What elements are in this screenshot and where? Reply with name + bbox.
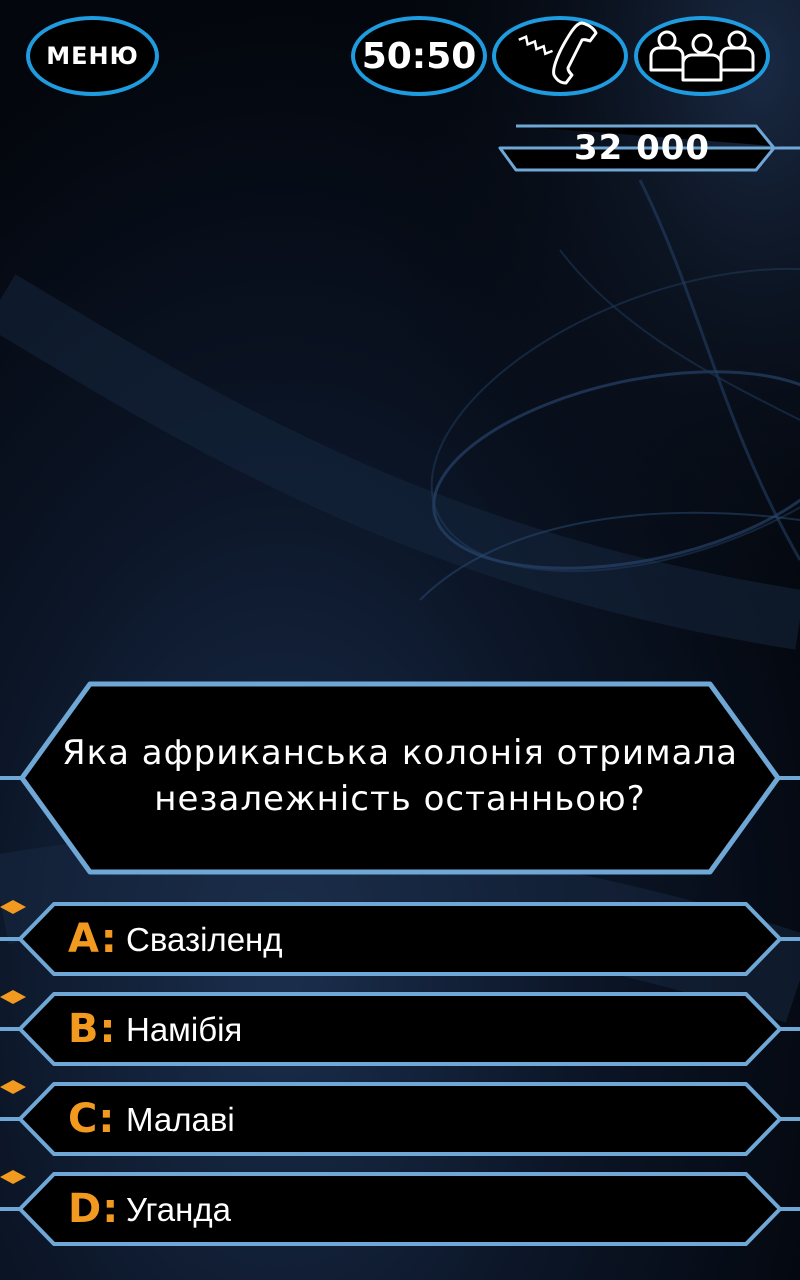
answer-letter: C: bbox=[68, 1096, 116, 1142]
answer-text: Малаві bbox=[126, 1101, 235, 1138]
answer-frame bbox=[0, 1172, 800, 1246]
answer-letter: A: bbox=[68, 916, 118, 962]
diamond-icon bbox=[0, 1170, 26, 1184]
answer-c-button[interactable]: C: Малаві bbox=[0, 1080, 800, 1158]
ask-audience-icon bbox=[649, 30, 755, 82]
fifty-fifty-label: 50:50 bbox=[361, 35, 477, 77]
ask-audience-button[interactable] bbox=[634, 16, 770, 96]
diamond-icon bbox=[0, 990, 26, 1004]
answer-text: Свазіленд bbox=[126, 921, 283, 958]
answer-frame bbox=[0, 1082, 800, 1156]
fifty-fifty-lifeline-button[interactable]: 50:50 bbox=[351, 16, 487, 96]
answer-text: Намібія bbox=[126, 1011, 243, 1048]
answer-frame bbox=[0, 992, 800, 1066]
answer-d-button[interactable]: D: Уганда bbox=[0, 1170, 800, 1248]
menu-label: МЕНЮ bbox=[46, 42, 139, 70]
menu-button[interactable]: МЕНЮ bbox=[26, 16, 159, 96]
answer-letter: D: bbox=[68, 1186, 120, 1232]
phone-a-friend-icon bbox=[518, 21, 598, 85]
answer-letter: B: bbox=[68, 1006, 117, 1052]
question-text: Яка африканська колонія отримала незалеж… bbox=[61, 733, 739, 819]
answer-b-button[interactable]: B: Намібія bbox=[0, 990, 800, 1068]
phone-a-friend-button[interactable] bbox=[492, 16, 628, 96]
prize-amount: 32 000 bbox=[573, 128, 711, 168]
diamond-icon bbox=[0, 1080, 26, 1094]
answer-text: Уганда bbox=[126, 1191, 231, 1228]
answer-a-button[interactable]: A: Свазіленд bbox=[0, 900, 800, 978]
diamond-icon bbox=[0, 900, 26, 914]
answer-frame bbox=[0, 902, 800, 976]
